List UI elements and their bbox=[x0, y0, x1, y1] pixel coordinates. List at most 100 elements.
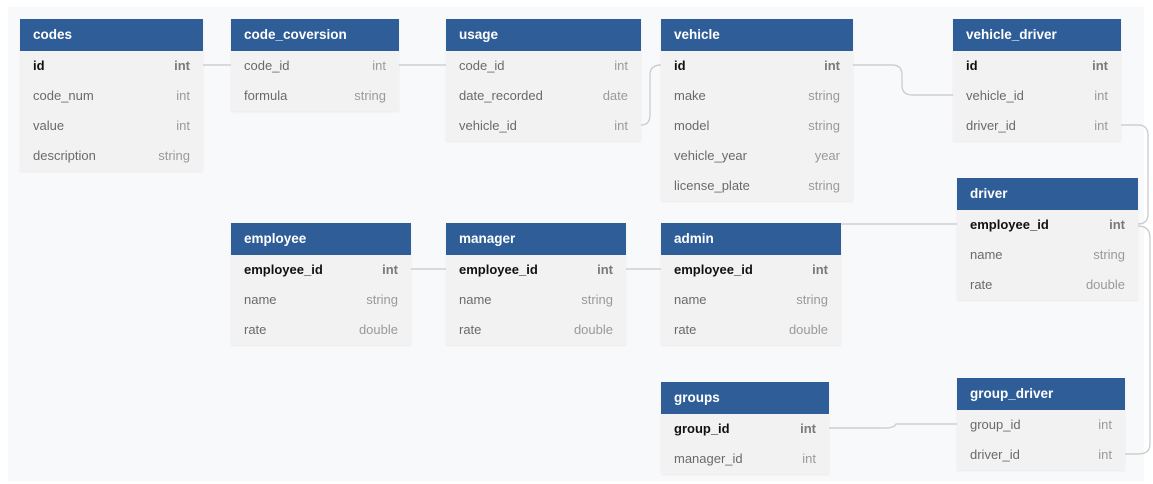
field-row[interactable]: rate double bbox=[957, 270, 1138, 300]
field-type: string bbox=[808, 178, 840, 193]
table-header[interactable]: groups bbox=[661, 382, 829, 414]
field-type: double bbox=[788, 322, 828, 337]
table-header[interactable]: vehicle bbox=[661, 19, 853, 51]
field-row[interactable]: model string bbox=[661, 111, 853, 141]
field-name: rate bbox=[244, 322, 267, 337]
field-type: date bbox=[602, 88, 628, 103]
field-row[interactable]: employee_id int bbox=[957, 210, 1138, 240]
field-type: string bbox=[581, 292, 613, 307]
field-type: double bbox=[358, 322, 398, 337]
field-row[interactable]: formula string bbox=[231, 81, 399, 111]
table-driver[interactable]: driver employee_id int name string rate double bbox=[957, 178, 1138, 300]
field-row[interactable]: id int bbox=[661, 51, 853, 81]
field-row[interactable]: employee_id int bbox=[661, 255, 841, 285]
table-vehicle[interactable]: vehicle id int make string model string vehicle… bbox=[661, 19, 853, 201]
field-row[interactable]: manager_id int bbox=[661, 444, 829, 474]
field-name: name bbox=[459, 292, 492, 307]
field-name: employee_id bbox=[244, 262, 323, 277]
table-header[interactable]: codes bbox=[20, 19, 203, 51]
field-name: vehicle_year bbox=[674, 148, 747, 163]
field-name: formula bbox=[244, 88, 288, 103]
table-vehicle-driver[interactable]: vehicle_driver id int vehicle_id int driver_i… bbox=[953, 19, 1121, 141]
field-row[interactable]: driver_id int bbox=[953, 111, 1121, 141]
field-row[interactable]: id int bbox=[953, 51, 1121, 81]
field-row[interactable]: vehicle_year year bbox=[661, 141, 853, 171]
field-row[interactable]: group_id int bbox=[661, 414, 829, 444]
field-type: int bbox=[1094, 118, 1108, 133]
field-name: manager_id bbox=[674, 451, 743, 466]
table-group-driver[interactable]: group_driver group_id int driver_id int bbox=[957, 378, 1125, 470]
field-type: string bbox=[354, 88, 386, 103]
field-type: int bbox=[1092, 58, 1108, 73]
table-usage[interactable]: usage code_id int date_recorded date vehicle_… bbox=[446, 19, 641, 141]
table-header[interactable]: employee bbox=[231, 223, 411, 255]
field-name: make bbox=[674, 88, 706, 103]
table-codes[interactable]: codes id int code_num int value int description… bbox=[20, 19, 203, 171]
field-type: int bbox=[1098, 417, 1112, 432]
field-row[interactable]: rate double bbox=[661, 315, 841, 345]
field-name: employee_id bbox=[970, 217, 1049, 232]
field-name: vehicle_id bbox=[966, 88, 1024, 103]
table-header[interactable]: code_coversion bbox=[231, 19, 399, 51]
field-name: model bbox=[674, 118, 710, 133]
table-groups[interactable]: groups group_id int manager_id int bbox=[661, 382, 829, 474]
field-row[interactable]: name string bbox=[231, 285, 411, 315]
field-type: int bbox=[812, 262, 828, 277]
field-name: driver_id bbox=[966, 118, 1016, 133]
table-employee[interactable]: employee employee_id int name string rate doub… bbox=[231, 223, 411, 345]
table-header[interactable]: admin bbox=[661, 223, 841, 255]
field-name: rate bbox=[674, 322, 697, 337]
field-name: code_id bbox=[244, 58, 290, 73]
field-name: license_plate bbox=[674, 178, 750, 193]
field-name: group_id bbox=[674, 421, 730, 436]
table-header[interactable]: driver bbox=[957, 178, 1138, 210]
field-row[interactable]: date_recorded date bbox=[446, 81, 641, 111]
field-row[interactable]: name string bbox=[446, 285, 626, 315]
field-row[interactable]: code_id int bbox=[231, 51, 399, 81]
field-row[interactable]: make string bbox=[661, 81, 853, 111]
field-name: employee_id bbox=[459, 262, 538, 277]
field-row[interactable]: code_num int bbox=[20, 81, 203, 111]
table-header[interactable]: group_driver bbox=[957, 378, 1125, 410]
field-type: int bbox=[802, 451, 816, 466]
field-name: code_id bbox=[459, 58, 505, 73]
field-name: driver_id bbox=[970, 447, 1020, 462]
field-row[interactable]: group_id int bbox=[957, 410, 1125, 440]
field-type: int bbox=[824, 58, 840, 73]
field-row[interactable]: license_plate string bbox=[661, 171, 853, 201]
field-row[interactable]: value int bbox=[20, 111, 203, 141]
field-name: name bbox=[244, 292, 277, 307]
field-type: string bbox=[796, 292, 828, 307]
field-row[interactable]: vehicle_id int bbox=[953, 81, 1121, 111]
field-name: name bbox=[674, 292, 707, 307]
field-row[interactable]: name string bbox=[957, 240, 1138, 270]
field-type: int bbox=[372, 58, 386, 73]
field-row[interactable]: vehicle_id int bbox=[446, 111, 641, 141]
field-row[interactable]: description string bbox=[20, 141, 203, 171]
field-type: int bbox=[382, 262, 398, 277]
table-header[interactable]: vehicle_driver bbox=[953, 19, 1121, 51]
table-header[interactable]: usage bbox=[446, 19, 641, 51]
field-type: string bbox=[808, 118, 840, 133]
field-name: date_recorded bbox=[459, 88, 543, 103]
table-code-coversion[interactable]: code_coversion code_id int formula string bbox=[231, 19, 399, 111]
field-row[interactable]: name string bbox=[661, 285, 841, 315]
field-name: code_num bbox=[33, 88, 94, 103]
table-admin[interactable]: admin employee_id int name string rate double bbox=[661, 223, 841, 345]
field-row[interactable]: employee_id int bbox=[231, 255, 411, 285]
field-row[interactable]: id int bbox=[20, 51, 203, 81]
field-type: string bbox=[158, 148, 190, 163]
field-row[interactable]: rate double bbox=[446, 315, 626, 345]
field-type: int bbox=[1109, 217, 1125, 232]
field-name: employee_id bbox=[674, 262, 753, 277]
field-row[interactable]: driver_id int bbox=[957, 440, 1125, 470]
field-name: name bbox=[970, 247, 1003, 262]
field-row[interactable]: employee_id int bbox=[446, 255, 626, 285]
field-row[interactable]: code_id int bbox=[446, 51, 641, 81]
field-row[interactable]: rate double bbox=[231, 315, 411, 345]
table-manager[interactable]: manager employee_id int name string rate doubl… bbox=[446, 223, 626, 345]
field-type: int bbox=[174, 58, 190, 73]
field-type: int bbox=[176, 88, 190, 103]
table-header[interactable]: manager bbox=[446, 223, 626, 255]
field-name: id bbox=[966, 58, 978, 73]
